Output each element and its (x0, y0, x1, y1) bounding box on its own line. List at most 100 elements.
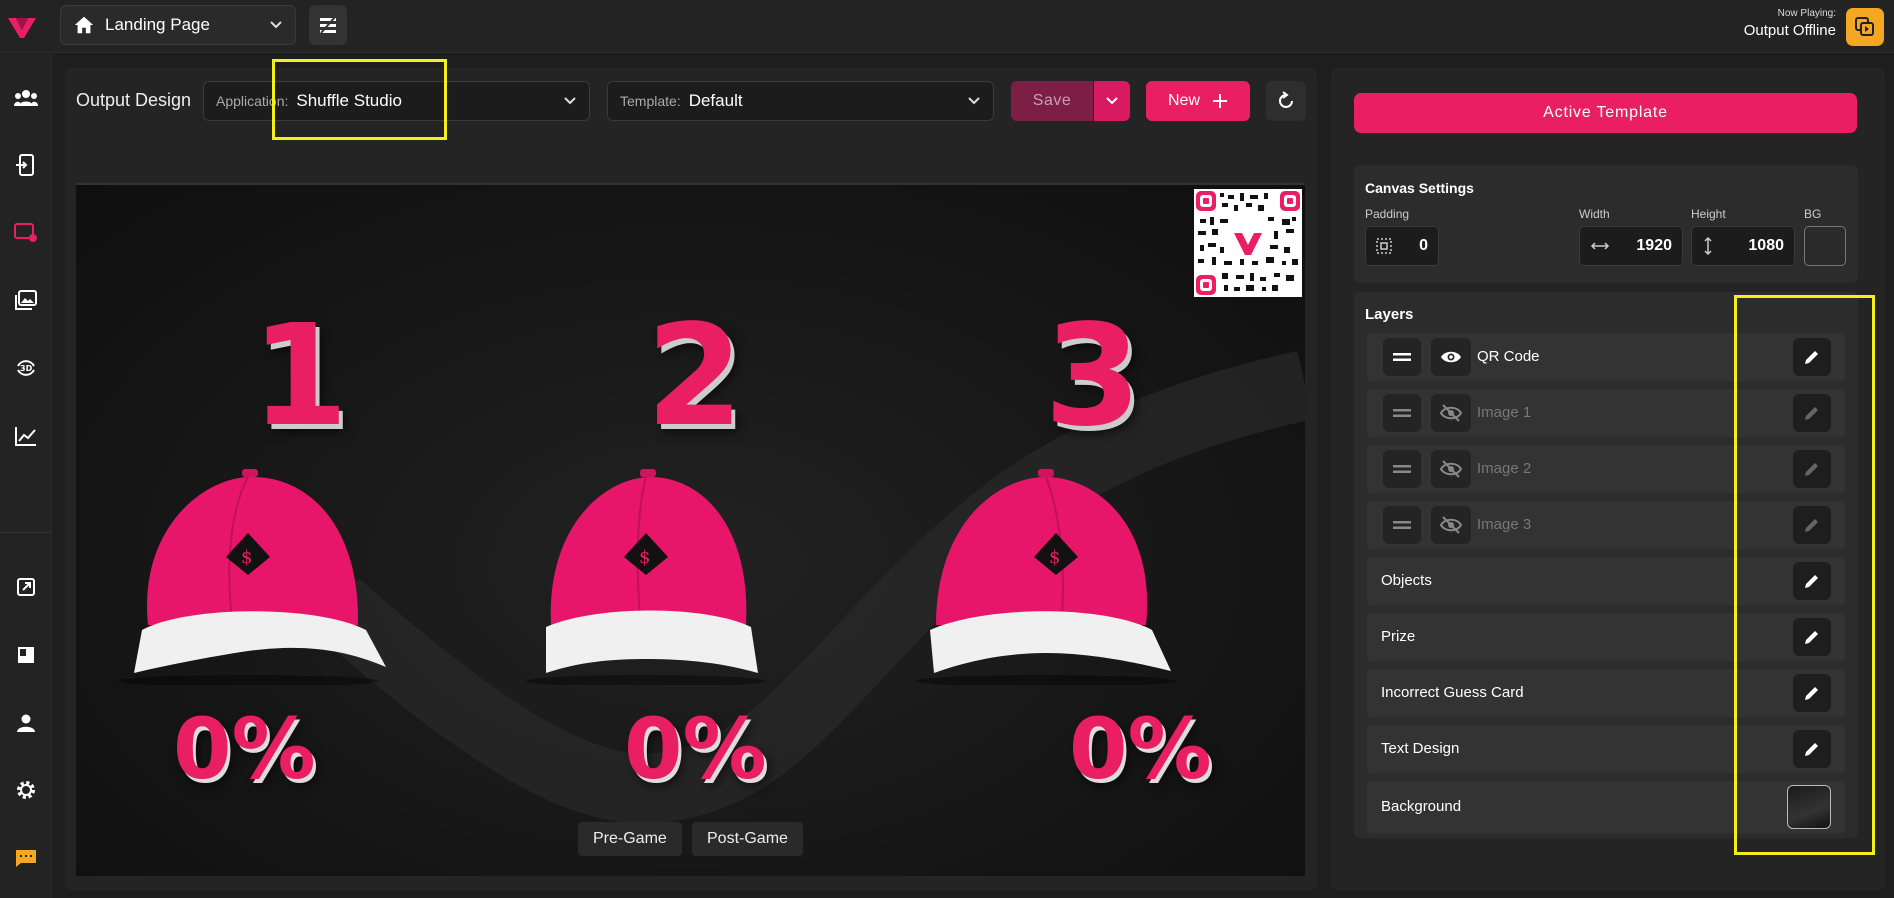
sidebar-item-chat[interactable] (7, 839, 45, 877)
layer-row-image-3[interactable]: Image 3 (1367, 501, 1845, 549)
edit-layer-button[interactable] (1793, 506, 1831, 544)
visibility-toggle[interactable] (1431, 394, 1471, 432)
template-select-label: Template: (620, 93, 681, 109)
layer-name: Image 2 (1477, 460, 1532, 477)
line-chart-icon (15, 427, 36, 446)
pre-game-button[interactable]: Pre-Game (578, 822, 682, 856)
application-select[interactable]: Application: Shuffle Studio (203, 81, 590, 121)
group-name: Objects (1381, 572, 1432, 589)
eye-icon (1441, 351, 1461, 363)
layer-name: Image 3 (1477, 516, 1532, 533)
layer-group-prize[interactable]: Prize (1367, 613, 1845, 661)
home-icon (74, 16, 94, 34)
drag-handle[interactable] (1383, 338, 1421, 376)
width-value: 1920 (1636, 237, 1672, 254)
layer-group-background[interactable]: Background (1367, 781, 1845, 833)
sidebar-item-external[interactable] (7, 568, 45, 606)
sidebar-item-media[interactable] (7, 281, 45, 319)
visibility-toggle[interactable] (1431, 506, 1471, 544)
sidebar-item-analytics[interactable] (7, 417, 45, 455)
eye-off-icon (1439, 404, 1463, 422)
drag-handle-icon (1393, 353, 1411, 361)
chevron-down-icon (1106, 97, 1118, 105)
chevron-down-icon (968, 97, 980, 105)
qr-code (1194, 189, 1302, 297)
padding-label: Padding (1365, 207, 1410, 221)
sidebar-item-layout[interactable] (7, 636, 45, 674)
bg-label: BG (1804, 207, 1822, 221)
edit-group-button[interactable] (1793, 562, 1831, 600)
new-template-label: New (1167, 92, 1200, 109)
width-input[interactable]: 1920 (1579, 226, 1683, 266)
bg-color-swatch[interactable] (1804, 226, 1846, 266)
output-window-button[interactable] (1846, 8, 1884, 46)
edit-group-button[interactable] (1793, 618, 1831, 656)
qr-code-image (1194, 189, 1302, 297)
edit-layer-button[interactable] (1793, 450, 1831, 488)
sidebar-item-output-design[interactable] (7, 214, 45, 252)
chevron-down-icon (270, 21, 282, 29)
layer-group-text-design[interactable]: Text Design (1367, 725, 1845, 773)
eye-off-icon (1439, 516, 1463, 534)
page-selector[interactable]: Landing Page (60, 5, 296, 45)
drag-handle-icon (1393, 465, 1411, 473)
reset-button[interactable] (1266, 81, 1306, 121)
sidebar: 3D (0, 54, 52, 898)
new-template-button[interactable]: New (1146, 81, 1250, 121)
layer-group-incorrect-guess-card[interactable]: Incorrect Guess Card (1367, 669, 1845, 717)
drag-handle[interactable] (1383, 394, 1421, 432)
padding-value: 0 (1419, 237, 1428, 254)
canvas-preview[interactable]: 1 2 3 $ $ $ 0% 0% 0% Pre-Game Post-Game (76, 183, 1305, 876)
refresh-icon (1279, 91, 1293, 108)
edit-group-button[interactable] (1793, 674, 1831, 712)
percentage-1: 0% (173, 700, 316, 798)
layer-name: QR Code (1477, 348, 1540, 365)
save-options-dropdown[interactable] (1094, 81, 1130, 121)
gear-icon (17, 781, 35, 799)
padding-input[interactable]: 0 (1365, 226, 1439, 266)
external-link-icon (17, 578, 35, 596)
percentage-2: 0% (624, 700, 767, 798)
sidebar-item-account[interactable] (7, 704, 45, 742)
canvas-settings-title: Canvas Settings (1365, 180, 1474, 196)
pencil-icon (1805, 743, 1818, 756)
edit-layer-button[interactable] (1793, 338, 1831, 376)
save-button[interactable]: Save (1011, 81, 1093, 121)
sidebar-item-settings[interactable] (7, 771, 45, 809)
pencil-icon (1805, 463, 1818, 476)
layout-panel-icon (18, 647, 34, 663)
height-input[interactable]: 1080 (1691, 226, 1795, 266)
layer-row-qr-code[interactable]: QR Code (1367, 333, 1845, 381)
visibility-toggle[interactable] (1431, 450, 1471, 488)
eye-off-icon (1439, 460, 1463, 478)
visibility-toggle[interactable] (1431, 338, 1471, 376)
svg-text:3D: 3D (20, 364, 33, 373)
layout-icon (320, 16, 336, 34)
edit-group-button[interactable] (1793, 730, 1831, 768)
layer-row-image-2[interactable]: Image 2 (1367, 445, 1845, 493)
layer-row-image-1[interactable]: Image 1 (1367, 389, 1845, 437)
sidebar-item-3d[interactable]: 3D (7, 349, 45, 387)
padding-icon (1376, 238, 1392, 254)
app-logo[interactable] (6, 10, 38, 42)
post-game-button[interactable]: Post-Game (692, 822, 803, 856)
cap-image-1: $ (118, 469, 386, 685)
horizontal-arrows-icon (1590, 242, 1610, 250)
vertical-arrows-icon (1704, 236, 1712, 256)
sidebar-item-login[interactable] (7, 146, 45, 184)
edit-layer-button[interactable] (1793, 394, 1831, 432)
layout-toggle-button[interactable] (309, 5, 347, 45)
drag-handle[interactable] (1383, 450, 1421, 488)
drag-handle[interactable] (1383, 506, 1421, 544)
active-template-button[interactable]: Active Template (1354, 93, 1857, 133)
template-select-value: Default (688, 91, 743, 110)
layer-group-objects[interactable]: Objects (1367, 557, 1845, 605)
width-label: Width (1579, 207, 1610, 221)
background-thumbnail[interactable] (1787, 785, 1831, 829)
pencil-icon (1805, 351, 1818, 364)
template-select[interactable]: Template: Default (607, 81, 994, 121)
svg-text:$: $ (241, 547, 252, 568)
cap-image-2: $ (526, 469, 766, 685)
svg-text:$: $ (639, 547, 650, 568)
sidebar-item-users[interactable] (7, 79, 45, 117)
